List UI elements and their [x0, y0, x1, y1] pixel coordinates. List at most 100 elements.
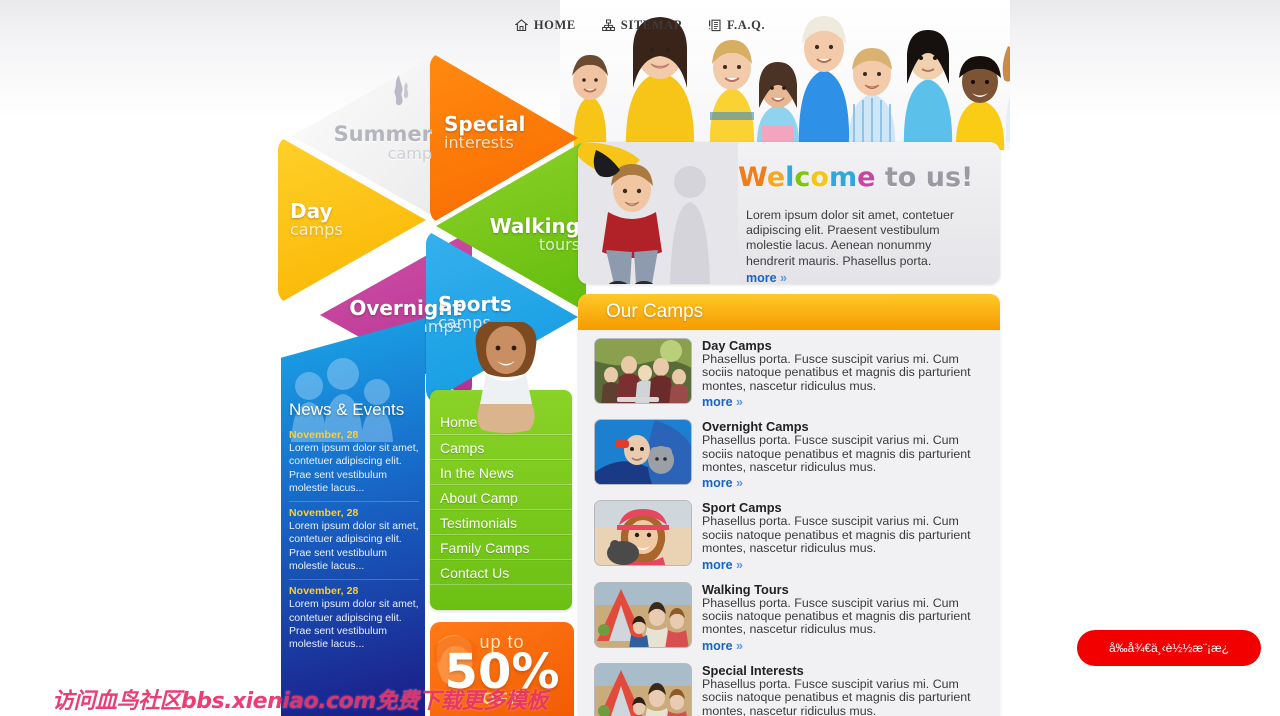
camp-list-item[interactable]: Walking Tours Phasellus porta. Fusce sus…	[594, 581, 986, 655]
nav-label-sitemap: SITEMAP	[620, 18, 682, 32]
news-item-text: Lorem ipsum dolor sit amet, contetuer ad…	[289, 598, 419, 651]
top-navigation: HOME SITEMAP F.A.Q.	[0, 18, 1280, 33]
camp-title: Special Interests	[702, 662, 804, 678]
triangle-labels-special: Special interests	[430, 114, 578, 152]
camp-desc: Phasellus porta. Fusce suscipit varius m…	[702, 676, 971, 716]
chevron-right-icon: »	[732, 395, 744, 410]
triangle-sub-summer: camp	[387, 143, 432, 163]
sidebar-item-in-the-news[interactable]: In the News	[430, 460, 572, 485]
welcome-title-letter: s	[944, 162, 962, 193]
triangle-labels-day: Day camps	[278, 201, 426, 239]
download-template-button[interactable]: å‰å¾€ä¸‹è½½æ¨¡æ¿	[1077, 630, 1261, 666]
camp-thumbnail-sport-camps[interactable]	[594, 500, 692, 567]
camp-list-item[interactable]: Sport Camps Phasellus porta. Fusce susci…	[594, 500, 986, 573]
news-item-date: November, 28	[289, 429, 359, 441]
camp-list-item[interactable]: Special Interests Phasellus porta. Fusce…	[594, 662, 986, 716]
camp-more-label: more	[702, 476, 733, 491]
chevron-right-icon: »	[776, 270, 788, 284]
welcome-title-letter: !	[961, 162, 974, 193]
nav-item-home[interactable]: HOME	[514, 18, 576, 33]
camp-more-label: more	[702, 638, 733, 653]
welcome-title-letter: W	[738, 162, 767, 193]
camp-info: Walking Tours Phasellus porta. Fusce sus…	[702, 582, 986, 655]
house-icon	[514, 19, 528, 32]
camp-more-link[interactable]: more »	[702, 639, 743, 653]
triangle-sub-walking: tours	[538, 235, 580, 255]
triangle-sub-special: interests	[444, 133, 514, 153]
camp-desc: Phasellus porta. Fusce suscipit varius m…	[702, 352, 971, 393]
welcome-title-letter: e	[857, 162, 876, 193]
welcome-title-letter	[916, 162, 925, 193]
watermark-text: 访问血鸟社区bbs.xieniao.com免费下载更多模板	[52, 689, 548, 714]
welcome-title-letter: o	[897, 162, 917, 193]
chevron-right-icon: »	[732, 638, 744, 653]
camp-list-item[interactable]: Overnight Camps Phasellus porta. Fusce s…	[594, 419, 986, 492]
news-list: November, 28 Lorem ipsum dolor sit amet,…	[289, 424, 419, 658]
news-and-events-panel: News & Events November, 28 Lorem ipsum d…	[281, 318, 425, 716]
triangle-labels-walking: Walking tours	[436, 216, 586, 254]
camp-info: Sport Camps Phasellus porta. Fusce susci…	[702, 500, 986, 573]
faq-document-icon	[708, 19, 721, 32]
girl-cutout-photo	[465, 319, 547, 434]
sidebar-item-about-camp[interactable]: About Camp	[430, 485, 572, 510]
welcome-title-letter: e	[766, 162, 786, 193]
news-section-title: News & Events	[289, 400, 405, 419]
nav-item-faq[interactable]: F.A.Q.	[708, 18, 765, 33]
our-camps-panel: Our Camps Day Camps Phasellus porta. Fus…	[578, 294, 1000, 716]
camp-more-label: more	[702, 557, 733, 572]
news-item[interactable]: November, 28 Lorem ipsum dolor sit amet,…	[289, 502, 419, 581]
page-root: HOME SITEMAP F.A.Q. Summer camp Day camp…	[0, 0, 1280, 716]
flame-icon	[384, 74, 414, 113]
nav-label-faq: F.A.Q.	[726, 18, 766, 32]
chevron-right-icon: »	[732, 476, 744, 491]
triangle-title-day: Day	[290, 199, 333, 224]
camp-desc: Phasellus porta. Fusce suscipit varius m…	[702, 433, 971, 475]
camp-desc: Phasellus porta. Fusce suscipit varius m…	[702, 595, 971, 637]
news-item[interactable]: November, 28 Lorem ipsum dolor sit amet,…	[289, 424, 419, 503]
news-item-text: Lorem ipsum dolor sit amet, contetuer ad…	[289, 520, 419, 573]
welcome-panel: Welcome to us! Lorem ipsum dolor sit ame…	[578, 142, 1000, 284]
camp-info: Overnight Camps Phasellus porta. Fusce s…	[702, 419, 986, 492]
camp-list-item[interactable]: Day Camps Phasellus porta. Fusce suscipi…	[594, 338, 986, 411]
sidebar-item-camps[interactable]: Camps	[430, 435, 572, 460]
news-item-date: November, 28	[289, 585, 359, 598]
camp-info: Day Camps Phasellus porta. Fusce suscipi…	[702, 338, 986, 411]
welcome-body-text: Lorem ipsum dolor sit amet, contetuer ad…	[746, 208, 954, 268]
welcome-title-letter: t	[884, 162, 898, 193]
triangle-title-special: Special	[444, 112, 526, 137]
camp-thumbnail-overnight-camps[interactable]	[594, 419, 692, 486]
news-item-date: November, 28	[289, 507, 359, 520]
triangle-title-walking: Walking	[489, 214, 580, 239]
camp-more-link[interactable]: more »	[702, 395, 743, 409]
chevron-right-icon: »	[732, 557, 744, 572]
sidebar-item-contact-us[interactable]: Contact Us	[430, 560, 572, 585]
camp-more-link[interactable]: more »	[702, 558, 743, 572]
camp-info: Special Interests Phasellus porta. Fusce…	[702, 663, 986, 716]
welcome-title-letter: o	[810, 162, 829, 193]
welcome-more-label: more	[746, 270, 777, 284]
camp-title: Overnight Camps	[702, 419, 809, 435]
news-item[interactable]: November, 28 Lorem ipsum dolor sit amet,…	[289, 580, 419, 657]
camp-title: Day Camps	[702, 338, 772, 353]
camp-title: Sport Camps	[702, 500, 782, 516]
welcome-body: Lorem ipsum dolor sit amet, contetuer ad…	[746, 208, 982, 284]
sidebar-item-testimonials[interactable]: Testimonials	[430, 510, 572, 535]
camp-thumbnail-special-interests[interactable]	[594, 662, 692, 716]
our-camps-header: Our Camps	[578, 294, 1000, 330]
camp-more-label: more	[702, 395, 733, 410]
camp-desc: Phasellus porta. Fusce suscipit varius m…	[702, 514, 971, 556]
welcome-photo	[578, 142, 738, 284]
triangle-labels-summer: Summer camp	[292, 121, 440, 163]
welcome-more-link[interactable]: more »	[746, 271, 787, 284]
nav-label-home: HOME	[533, 18, 576, 32]
welcome-title-letter: u	[925, 162, 945, 193]
camp-more-link[interactable]: more »	[702, 476, 743, 490]
our-camps-list: Day Camps Phasellus porta. Fusce suscipi…	[578, 330, 1000, 716]
nav-item-sitemap[interactable]: SITEMAP	[601, 18, 682, 33]
camp-title: Walking Tours	[702, 581, 789, 597]
camp-thumbnail-day-camps[interactable]	[594, 338, 692, 404]
welcome-title: Welcome to us!	[738, 162, 973, 193]
camp-thumbnail-walking-tours[interactable]	[594, 581, 692, 648]
sidebar-item-family-camps[interactable]: Family Camps	[430, 535, 572, 560]
triangle-title-summer: Summer	[333, 121, 432, 146]
